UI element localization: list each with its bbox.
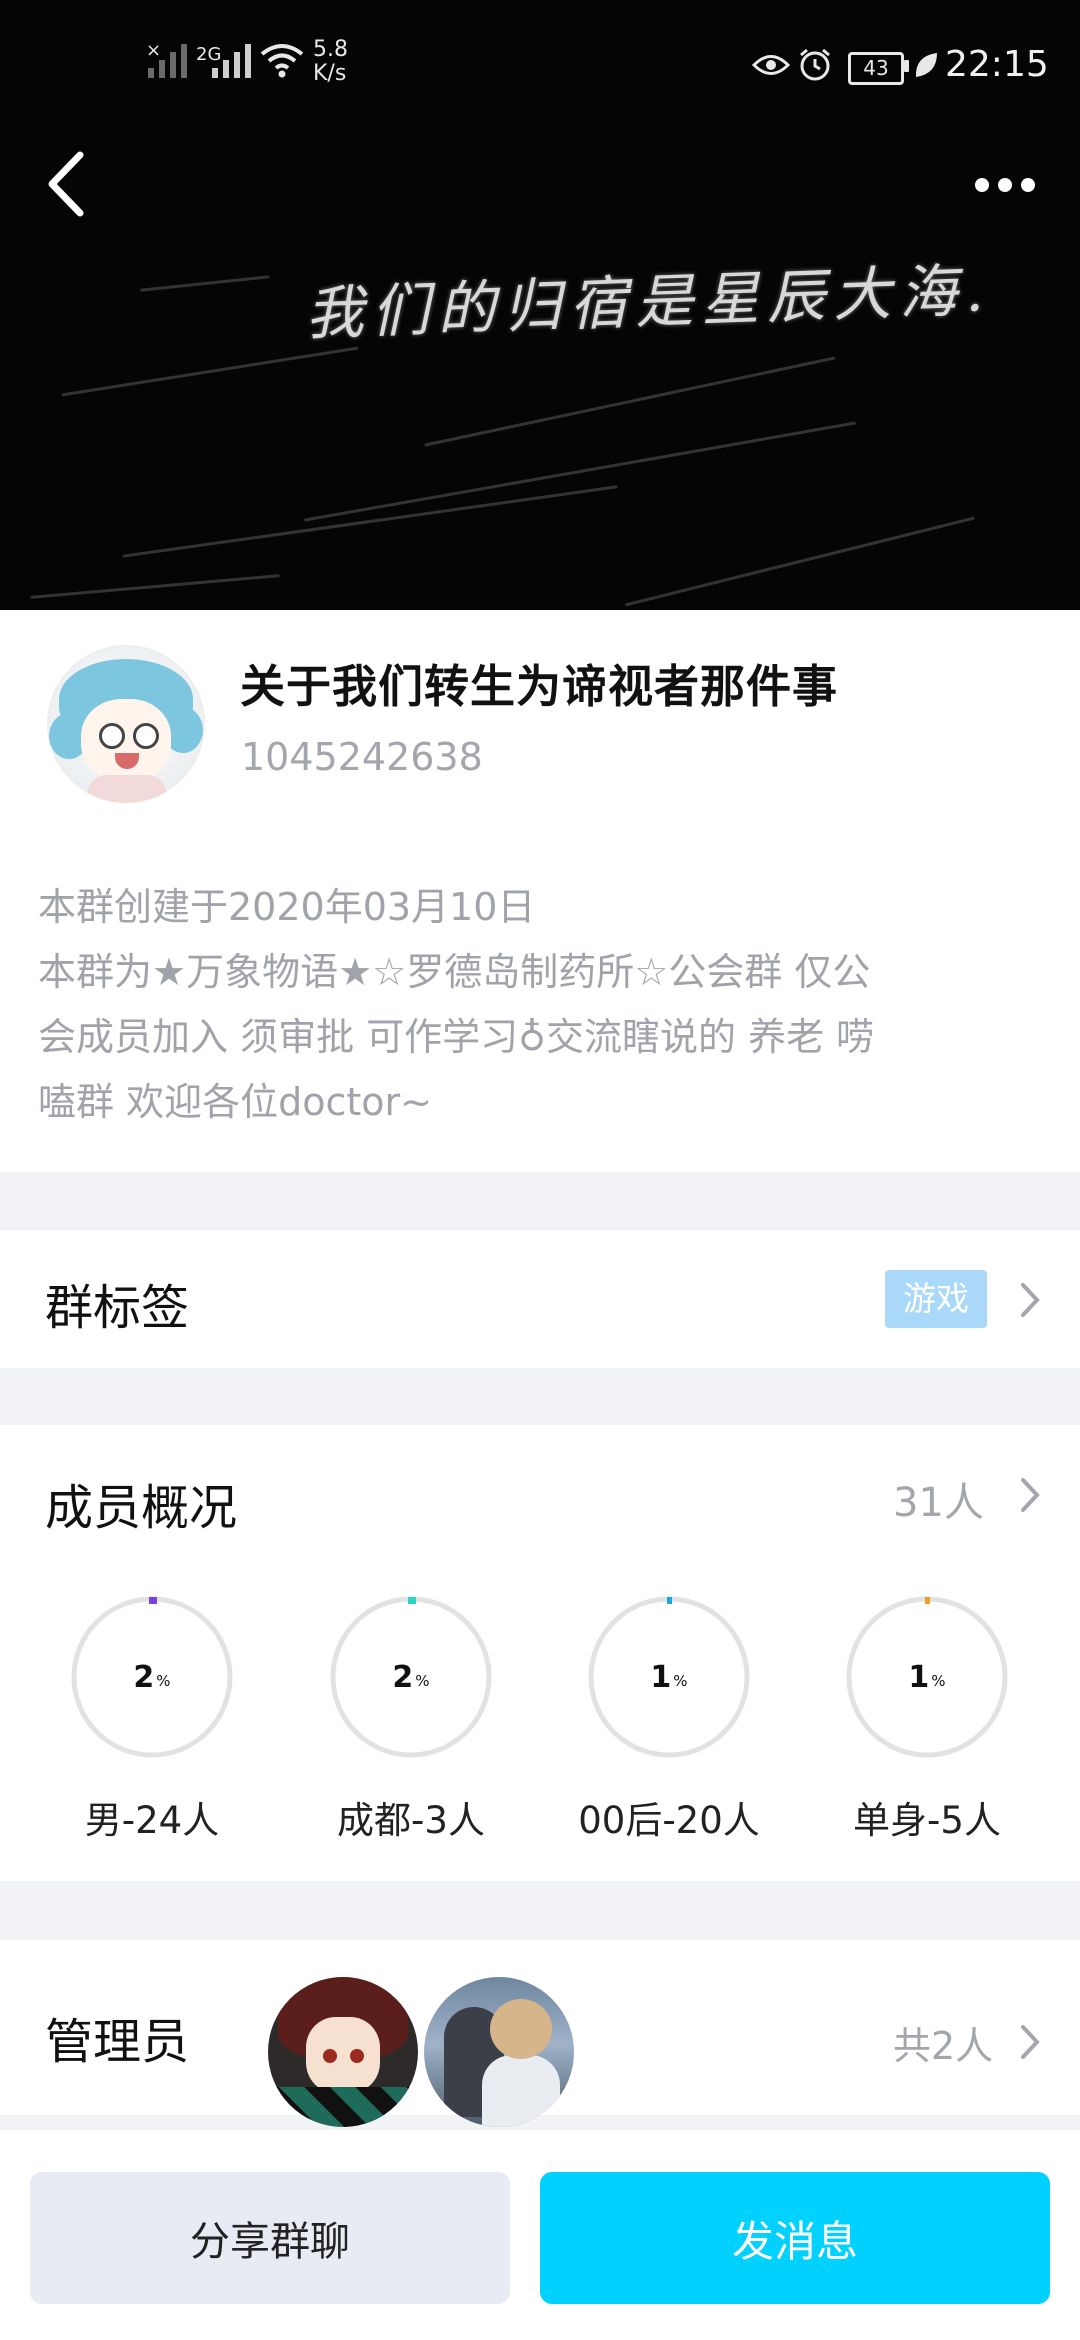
admin-total: 共2人 [893, 2024, 994, 2068]
send-message-button[interactable]: 发消息 [540, 2172, 1050, 2304]
status-bar: × 2G 5.8 K/s 43 22:15 [146, 37, 1049, 86]
tag-chip: 游戏 [885, 1270, 987, 1328]
admins-title: 管理员 [45, 2014, 190, 2070]
chevron-right-icon[interactable] [1018, 1475, 1042, 1515]
battery-icon: 43 [848, 52, 904, 85]
chevron-left-icon [48, 151, 84, 217]
eye-icon [752, 55, 790, 75]
stat-ring: 1% [845, 1595, 1009, 1759]
leaf-icon [915, 53, 937, 77]
stat-ring: 2% [70, 1595, 234, 1759]
stat-single[interactable]: 1% 单身-5人 [801, 1595, 1021, 1842]
share-group-button[interactable]: 分享群聊 [30, 2172, 510, 2304]
group-name: 关于我们转生为谛视者那件事 [240, 660, 839, 713]
admin-avatar[interactable] [424, 1977, 574, 2127]
stat-label: 男-24人 [84, 1799, 220, 1842]
tags-title: 群标签 [45, 1280, 190, 1336]
group-info-card: 关于我们转生为谛视者那件事 1045242638 本群创建于2020年03月10… [0, 610, 1080, 1172]
chevron-right-icon [1021, 2025, 1040, 2059]
stat-ring: 2% [329, 1595, 493, 1759]
member-count[interactable]: 31人 [893, 1470, 984, 1528]
group-avatar[interactable] [47, 645, 205, 803]
chevron-right-icon [1021, 1283, 1040, 1317]
banner-caption: 我们的归宿是星辰大海. [304, 256, 993, 348]
network-type: 2G [196, 44, 222, 65]
bottom-action-bar: 分享群聊 发消息 [0, 2130, 1080, 2340]
stat-age[interactable]: 1% 00后-20人 [543, 1595, 763, 1842]
stat-label: 单身-5人 [853, 1799, 1001, 1842]
member-overview-title: 成员概况 [45, 1480, 238, 1536]
group-cover-banner: 我们的归宿是星辰大海. × 2G 5.8 K/s 43 22:15 [0, 0, 1080, 610]
member-overview-card: 成员概况 31人 2% 男-24人 2% 成都-3人 1 % 00后-20人 1… [0, 1425, 1080, 1881]
group-description: 本群创建于2020年03月10日 本群为★万象物语★☆罗德岛制药所☆公会群 仅公… [38, 885, 875, 1124]
alarm-icon [800, 48, 830, 81]
stat-gender[interactable]: 2% 男-24人 [26, 1595, 246, 1842]
stat-label: 00后-20人 [578, 1799, 760, 1842]
network-speed: 5.8 K/s [313, 37, 348, 86]
admins-row[interactable]: 管理员 共2人 [0, 1940, 1080, 2127]
admin-avatar[interactable] [268, 1977, 418, 2127]
more-button[interactable] [975, 160, 1065, 210]
stat-ring: 1% [587, 1595, 751, 1759]
stat-city[interactable]: 2% 成都-3人 [285, 1595, 505, 1842]
clock: 22:15 [945, 44, 1049, 85]
back-button[interactable] [38, 140, 98, 230]
stat-label: 成都-3人 [337, 1799, 485, 1842]
group-id: 1045242638 [241, 735, 483, 779]
more-dots-icon [975, 178, 989, 192]
wifi-icon [260, 44, 304, 78]
group-tags-row[interactable]: 群标签 游戏 [0, 1230, 1080, 1368]
